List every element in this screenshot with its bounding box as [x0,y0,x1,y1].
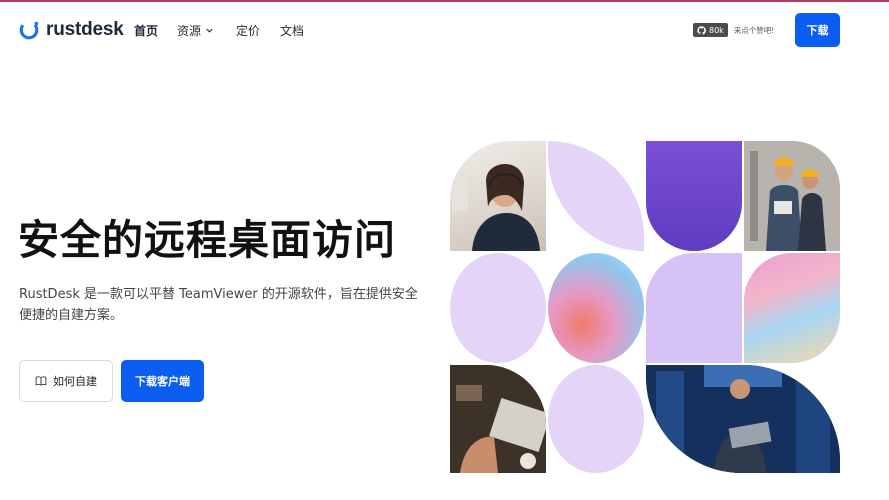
nav-home[interactable]: 首页 [134,20,158,40]
github-icon [697,25,706,35]
decor-gradient-leaf [744,253,840,363]
decor-gradient-circle [548,253,644,363]
rustdesk-logo-icon [19,20,39,40]
book-icon [35,376,47,386]
github-star-text: 来点个赞吧! [733,25,775,35]
hero-description: RustDesk 是一款可以平替 TeamViewer 的开源软件，旨在提供安全… [19,287,418,323]
github-star-widget[interactable]: 80k 来点个赞吧! [693,22,774,38]
github-star-badge[interactable]: 80k [693,23,728,37]
github-star-count: 80k [709,25,724,35]
hero-image-mosaic [450,141,840,473]
photo-datacenter [646,365,840,473]
photo-support-agent [450,141,546,251]
top-accent-line [0,0,889,2]
nav-resources-label: 资源 [177,23,202,38]
decor-circle-lavender [450,253,546,363]
decor-purple-half [646,141,742,251]
self-host-label: 如何自建 [53,375,97,388]
chevron-down-icon [206,28,213,33]
hero-title: 安全的远程桌面访问 [18,216,396,264]
logo[interactable]: rustdesk [18,17,124,43]
nav-pricing[interactable]: 定价 [236,20,260,40]
self-host-button[interactable]: 如何自建 [19,360,113,402]
photo-engineers [744,141,840,251]
decor-leaf-lavender [548,141,644,251]
nav-docs[interactable]: 文档 [280,20,304,40]
photo-desk-work [450,365,546,473]
decor-oval-lavender [548,365,644,473]
logo-text: rustdesk [46,19,124,40]
nav-resources[interactable]: 资源 [177,20,214,40]
decor-quarter-lavender [646,253,742,363]
download-button[interactable]: 下载 [795,13,840,47]
download-client-button[interactable]: 下载客户端 [121,360,204,402]
